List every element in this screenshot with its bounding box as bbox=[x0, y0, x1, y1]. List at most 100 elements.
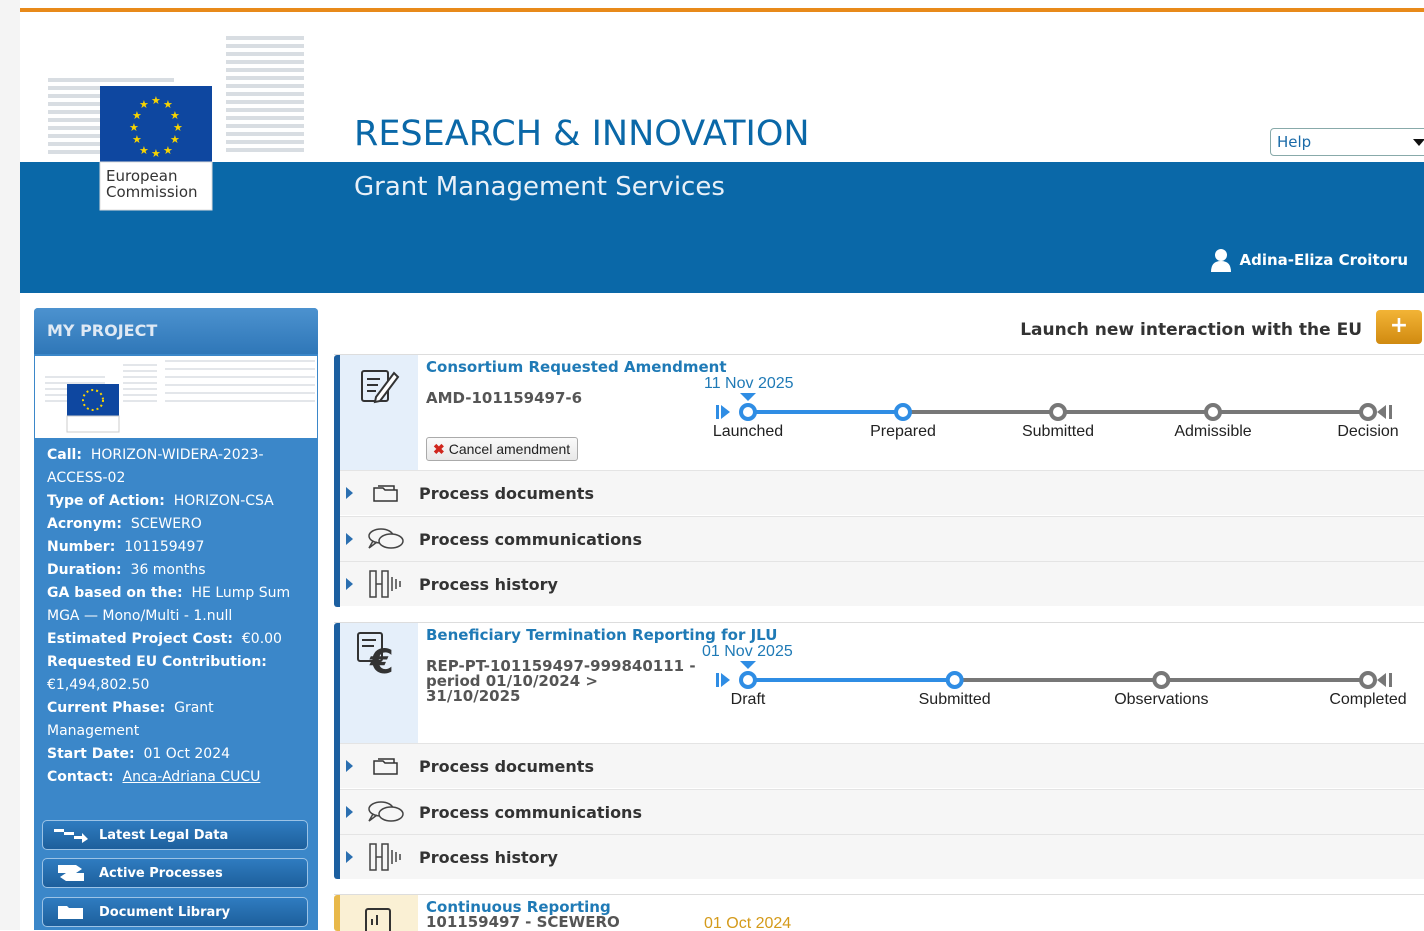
process-code: REP-PT-101159497-999840111 - period 01/1… bbox=[426, 657, 696, 705]
type-label: Type of Action: bbox=[47, 493, 165, 509]
document-library-label: Document Library bbox=[99, 904, 231, 920]
process-history-row[interactable]: Process history bbox=[340, 834, 1424, 879]
timeline-node bbox=[894, 403, 912, 421]
folder-icon bbox=[353, 483, 419, 503]
window-left-edge bbox=[0, 0, 20, 930]
expand-icon bbox=[346, 760, 353, 772]
svg-text:€: € bbox=[369, 642, 394, 682]
process-card: Consortium Requested Amendment AMD-10115… bbox=[334, 354, 1424, 607]
row-label: Process communications bbox=[419, 802, 642, 822]
process-history-row[interactable]: Process history bbox=[340, 561, 1424, 606]
type-value: HORIZON-CSA bbox=[173, 493, 274, 509]
timeline-step-label: Draft bbox=[730, 691, 766, 708]
user-icon bbox=[1211, 249, 1232, 272]
timeline-node bbox=[1204, 403, 1222, 421]
my-project-panel: MY PROJECT Call: HORIZON-WIDERA-2023-ACC… bbox=[34, 308, 318, 930]
process-title[interactable]: Consortium Requested Amendment bbox=[426, 359, 727, 375]
folder-icon bbox=[43, 903, 99, 921]
ga-label: GA based on the: bbox=[47, 585, 183, 601]
timeline-node bbox=[945, 671, 964, 689]
speech-bubbles-icon bbox=[353, 799, 419, 825]
cancel-amendment-button[interactable]: ✖ Cancel amendment bbox=[426, 437, 578, 461]
timeline-step-label: Completed bbox=[1329, 691, 1407, 708]
timeline-step-label: Observations bbox=[1114, 691, 1209, 708]
contact-link[interactable]: Anca-Adriana CUCU bbox=[123, 769, 261, 785]
user-menu[interactable]: Adina-Eliza Croitoru bbox=[1211, 248, 1408, 272]
svg-text:★: ★ bbox=[151, 94, 161, 107]
timeline-node bbox=[1359, 671, 1377, 689]
contact-label: Contact: bbox=[47, 769, 114, 785]
process-communications-row[interactable]: Process communications bbox=[340, 516, 1424, 561]
contribution-label: Requested EU Contribution: bbox=[47, 654, 267, 670]
start-date-label: Start Date: bbox=[47, 746, 135, 762]
user-name: Adina-Eliza Croitoru bbox=[1239, 251, 1408, 269]
process-communications-row[interactable]: Process communications bbox=[340, 789, 1424, 834]
expand-icon bbox=[346, 533, 353, 545]
svg-text:★: ★ bbox=[129, 121, 139, 134]
row-label: Process communications bbox=[419, 529, 642, 549]
timeline-node bbox=[1049, 403, 1067, 421]
steps-icon bbox=[43, 827, 99, 843]
timeline-step-label: Launched bbox=[712, 423, 784, 440]
logo-text-commission: Commission bbox=[106, 183, 198, 201]
number-label: Number: bbox=[47, 539, 116, 555]
process-card: Continuous Reporting 101159497 - SCEWERO… bbox=[334, 894, 1424, 931]
call-label: Call: bbox=[47, 447, 82, 463]
help-dropdown[interactable]: Help bbox=[1270, 128, 1424, 156]
process-documents-row[interactable]: Process documents bbox=[340, 743, 1424, 788]
process-timeline: 11 Nov 2025 Launched Prepared Submitted Adm… bbox=[704, 373, 1424, 453]
acronym-value: SCEWERO bbox=[130, 516, 202, 532]
cost-label: Estimated Project Cost: bbox=[47, 631, 233, 647]
timeline-step-label: Submitted bbox=[918, 691, 991, 708]
expand-icon bbox=[346, 806, 353, 818]
site-title: RESEARCH & INNOVATION bbox=[354, 114, 810, 154]
processes-icon bbox=[43, 863, 99, 883]
process-code: 101159497 - SCEWERO bbox=[426, 913, 620, 931]
latest-legal-data-button[interactable]: Latest Legal Data bbox=[42, 820, 308, 850]
svg-text:★: ★ bbox=[132, 133, 142, 146]
project-info: Call: HORIZON-WIDERA-2023-ACCESS-02 Type… bbox=[34, 438, 318, 789]
current-date-marker bbox=[740, 661, 756, 669]
project-logo-thumbnail bbox=[35, 356, 317, 438]
timeline-node bbox=[1152, 671, 1171, 689]
edit-document-icon bbox=[361, 370, 400, 404]
latest-legal-data-label: Latest Legal Data bbox=[99, 827, 229, 843]
process-documents-row[interactable]: Process documents bbox=[340, 470, 1424, 515]
expand-icon bbox=[346, 487, 353, 499]
row-label: Process history bbox=[419, 574, 558, 594]
cancel-amendment-label: Cancel amendment bbox=[448, 441, 571, 457]
timeline-node bbox=[1359, 403, 1377, 421]
end-marker bbox=[1389, 673, 1392, 687]
report-chart-icon bbox=[365, 908, 391, 931]
active-processes-button[interactable]: Active Processes bbox=[42, 858, 308, 888]
end-marker bbox=[1389, 405, 1392, 419]
panel-heading: MY PROJECT bbox=[34, 308, 318, 354]
site-header: ★ ★ ★ ★ ★ ★ ★ ★ ★ ★ ★ ★ European Commission RESEA… bbox=[20, 12, 1424, 293]
svg-text:★: ★ bbox=[139, 98, 149, 111]
timeline-step-label: Submitted bbox=[1021, 423, 1095, 440]
number-value: 101159497 bbox=[124, 539, 205, 555]
launch-bar: Launch new interaction with the EU + bbox=[334, 308, 1424, 354]
euro-document-icon: € bbox=[357, 632, 394, 682]
timeline-track bbox=[716, 661, 1392, 689]
help-dropdown-value: Help bbox=[1277, 133, 1312, 151]
duration-label: Duration: bbox=[47, 562, 122, 578]
start-marker bbox=[721, 673, 730, 687]
document-library-button[interactable]: Document Library bbox=[42, 897, 308, 927]
row-label: Process history bbox=[419, 847, 558, 867]
site-subtitle: Grant Management Services bbox=[354, 172, 725, 202]
end-marker bbox=[1377, 673, 1386, 687]
european-commission-logo[interactable]: ★ ★ ★ ★ ★ ★ ★ ★ ★ ★ ★ ★ European Commission bbox=[48, 36, 304, 222]
timeline-track bbox=[716, 393, 1392, 421]
end-marker bbox=[1377, 405, 1386, 419]
active-processes-label: Active Processes bbox=[99, 865, 223, 881]
duration-value: 36 months bbox=[130, 562, 206, 578]
acronym-label: Acronym: bbox=[47, 516, 122, 532]
expand-icon bbox=[346, 851, 353, 863]
process-timeline: 01 Nov 2025 Draft Submitted Observations Co… bbox=[702, 641, 1424, 721]
timeline-node bbox=[739, 671, 757, 689]
history-icon bbox=[353, 842, 419, 872]
start-marker bbox=[716, 405, 719, 419]
launch-interaction-label: Launch new interaction with the EU bbox=[1020, 320, 1362, 340]
launch-interaction-button[interactable]: + bbox=[1376, 310, 1422, 344]
